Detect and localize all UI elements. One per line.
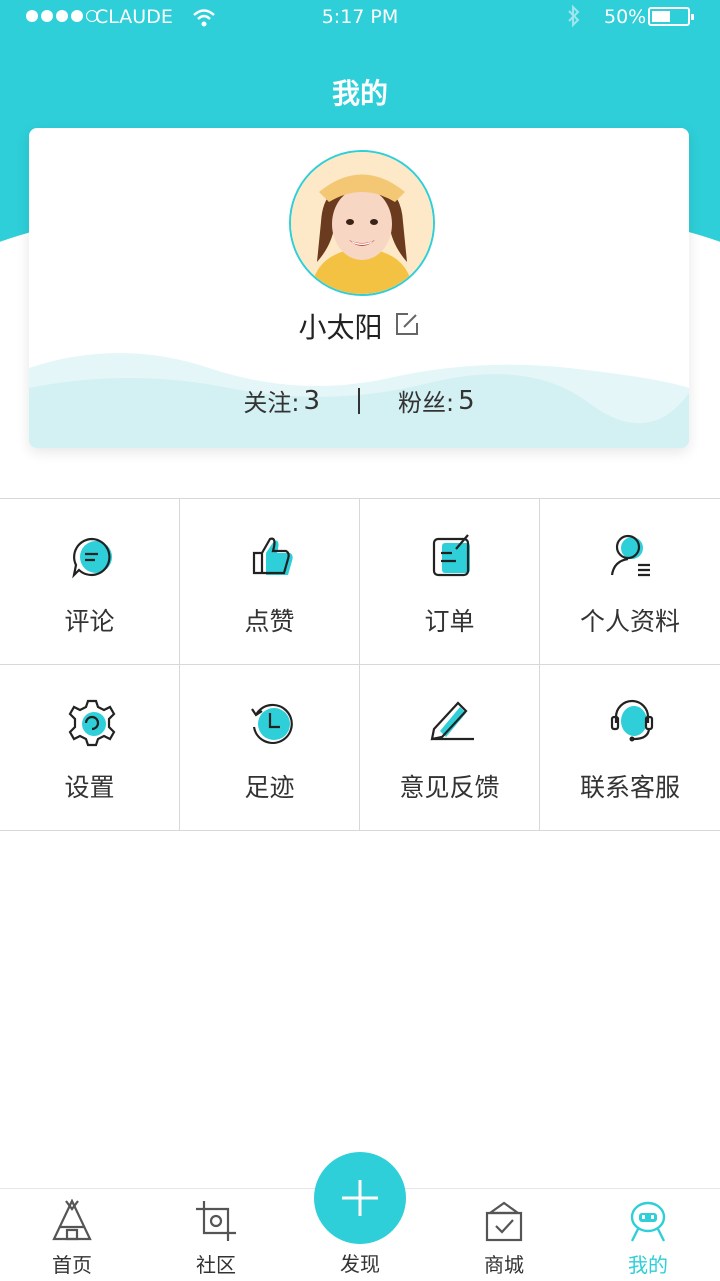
- edit-icon[interactable]: [394, 311, 420, 341]
- username: 小太阳: [298, 311, 383, 344]
- menu-item-comment[interactable]: 评论: [0, 499, 180, 664]
- menu-item-label: 联系客服: [579, 773, 680, 802]
- menu-item-label: 意见反馈: [399, 773, 500, 802]
- menu-item-label: 个人资料: [579, 607, 680, 636]
- battery-percent: 50%: [604, 6, 647, 28]
- order-icon: [432, 534, 470, 577]
- menu-item-label: 订单: [424, 607, 475, 636]
- menu-item-label: 点赞: [244, 607, 295, 636]
- stats-divider: [358, 387, 360, 414]
- menu-item-label: 评论: [64, 607, 115, 636]
- followers-count[interactable]: 5: [458, 386, 475, 416]
- menu-item-label: 设置: [64, 773, 115, 802]
- comment-icon: [72, 537, 112, 579]
- tab-label: 首页: [52, 1253, 92, 1277]
- menu-item-settings[interactable]: 设置: [0, 665, 180, 830]
- thumbs-up-icon: [252, 537, 293, 575]
- menu-item-profile[interactable]: 个人资料: [540, 499, 720, 664]
- tab-home[interactable]: 首页: [0, 1189, 144, 1281]
- menu-item-orders[interactable]: 订单: [360, 499, 540, 664]
- customer-service-icon: [610, 699, 654, 742]
- shop-icon: [485, 1201, 523, 1242]
- followers-label[interactable]: 粉丝:: [398, 383, 454, 418]
- plus-icon: [342, 1180, 378, 1216]
- crop-icon: [196, 1201, 236, 1241]
- menu-item-history[interactable]: 足迹: [180, 665, 360, 830]
- menu-item-likes[interactable]: 点赞: [180, 499, 360, 664]
- tab-community[interactable]: 社区: [144, 1189, 288, 1281]
- page-title: 我的: [331, 77, 388, 110]
- menu-item-feedback[interactable]: 意见反馈: [360, 665, 540, 830]
- follow-stats: 关注: 3 粉丝: 5: [29, 383, 689, 418]
- settings-icon: [68, 699, 116, 747]
- tab-label: 我的: [628, 1253, 668, 1277]
- menu-item-customer-service[interactable]: 联系客服: [540, 665, 720, 830]
- menu-grid: 评论 点赞 订单 个人资料 设置 足迹 意见反馈 联系客服: [0, 498, 720, 831]
- battery-icon: [648, 7, 694, 26]
- tab-mine[interactable]: 我的: [576, 1189, 720, 1281]
- following-count[interactable]: 3: [303, 386, 320, 416]
- menu-item-label: 足迹: [244, 773, 295, 802]
- tab-label-discover: 发现: [340, 1252, 380, 1276]
- history-icon: [251, 703, 293, 744]
- tab-label: 商城: [484, 1253, 524, 1277]
- profile-card: 小太阳 关注: 3 粉丝: 5: [29, 128, 689, 448]
- following-label[interactable]: 关注:: [243, 383, 299, 418]
- feedback-icon: [430, 701, 474, 741]
- robot-face-icon: [630, 1201, 666, 1242]
- status-bar: CLAUDE 5:17 PM 50%: [0, 0, 720, 34]
- tab-label: 社区: [196, 1253, 236, 1277]
- discover-button[interactable]: [314, 1152, 406, 1244]
- bluetooth-icon: [566, 4, 582, 39]
- avatar[interactable]: [289, 150, 435, 296]
- tent-icon: [52, 1199, 92, 1241]
- profile-icon: [610, 534, 650, 577]
- tab-mall[interactable]: 商城: [432, 1189, 576, 1281]
